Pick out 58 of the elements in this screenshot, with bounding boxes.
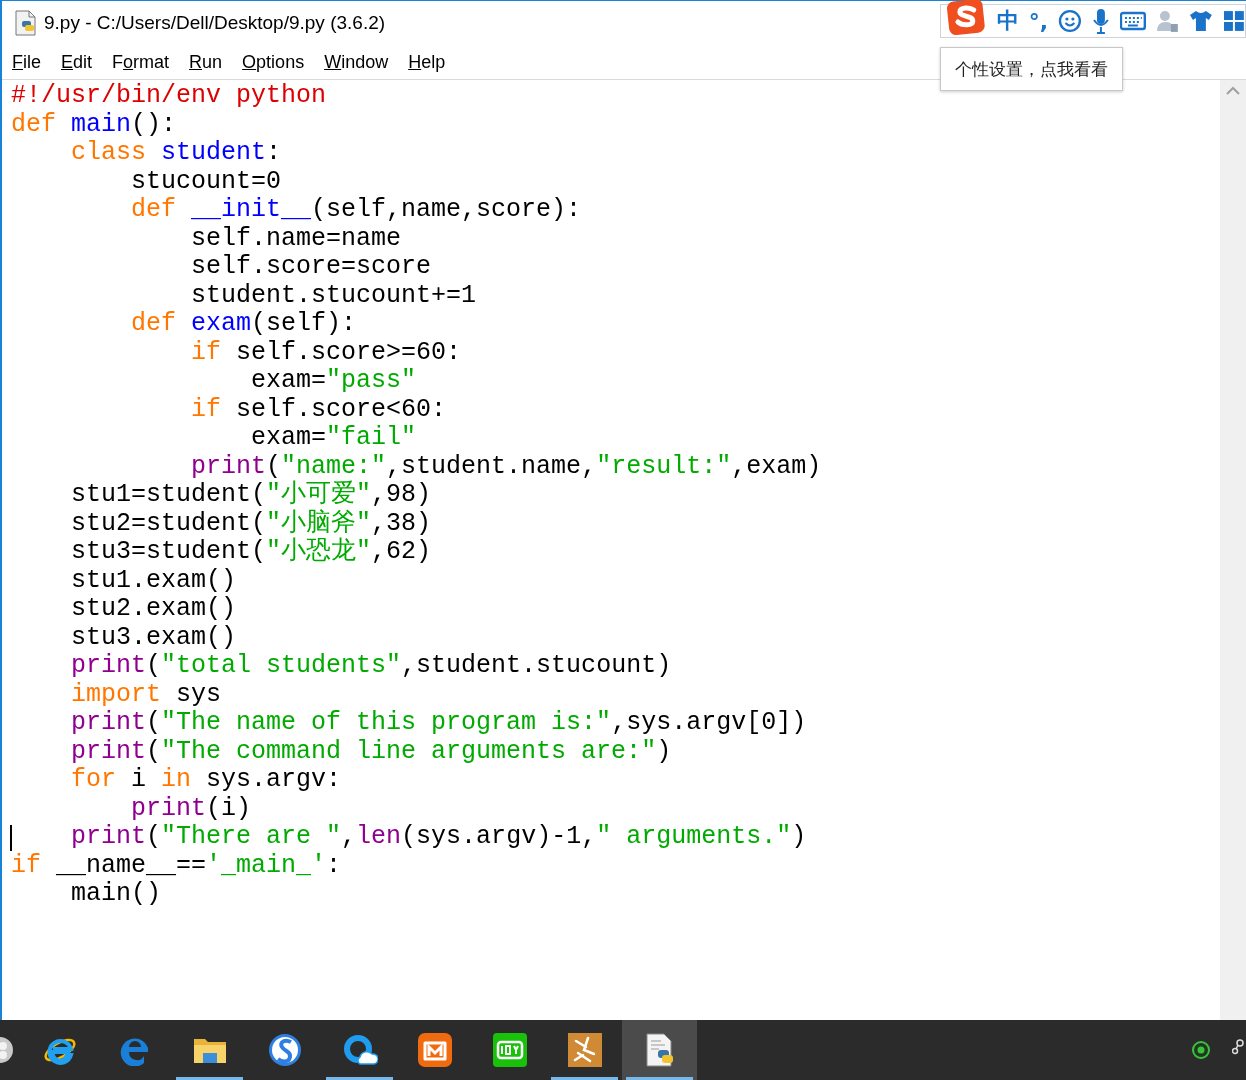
menu-item[interactable]: Run xyxy=(189,51,223,73)
python-file-icon xyxy=(643,1033,676,1067)
code-line: def main(): xyxy=(11,110,178,139)
code-line: def exam(self): xyxy=(130,310,358,339)
menu-item[interactable]: File xyxy=(12,51,41,73)
code-line: stu3=student("小恐龙",62) xyxy=(70,538,433,567)
taskbar-button[interactable] xyxy=(622,1020,697,1080)
tooltip: 个性设置，点我看看 xyxy=(940,47,1123,91)
input-mode-toggle[interactable]: 中 xyxy=(996,6,1019,36)
tv-app-icon xyxy=(417,1033,452,1067)
code-line: print("There are ",len(sys.argv)-1," arguments.") xyxy=(11,823,1220,852)
code-line: exam="fail" xyxy=(250,424,418,453)
code-line: main() xyxy=(70,880,163,909)
code-line: stu2=student("小脑斧",38) xyxy=(70,509,433,538)
grid-icon[interactable] xyxy=(1223,10,1245,32)
code-line: #!/usr/bin/env python xyxy=(11,82,328,111)
browser-icon xyxy=(341,1033,378,1067)
window-title: 9.py - C:/Users/Dell/Desktop/9.py (3.6.2) xyxy=(44,12,386,34)
code-line: class student: xyxy=(70,139,283,168)
shirt-icon[interactable] xyxy=(1189,10,1214,32)
code-line: stucount=0 xyxy=(130,167,283,196)
menu-item[interactable]: Help xyxy=(408,51,446,73)
scrollbar[interactable] xyxy=(1220,80,1246,1020)
code-line: print("The name of this program is:",sys.argv[0]) xyxy=(70,709,808,738)
code-line: print(i) xyxy=(130,794,253,823)
code-line: exam="pass" xyxy=(250,367,418,396)
python-file-icon xyxy=(14,10,38,36)
code-line: def __init__(self,name,score): xyxy=(130,196,583,225)
keyboard-icon[interactable] xyxy=(1119,11,1146,31)
menu-item[interactable]: Options xyxy=(242,51,305,73)
code-line: self.score=score xyxy=(190,253,433,282)
code-line: stu3.exam() xyxy=(70,623,238,652)
code-line: stu1=student("小可爱",98) xyxy=(70,481,433,509)
code-line: print("total students",student.stucount) xyxy=(70,652,673,681)
code-line: print("name:",student.name,"result:",exam) xyxy=(190,452,823,481)
paint-app-icon xyxy=(567,1033,602,1067)
code-line: self.name=name xyxy=(190,224,403,253)
code-line: import sys xyxy=(70,680,223,709)
microphone-icon[interactable] xyxy=(1091,8,1110,34)
menu-item[interactable]: Edit xyxy=(61,51,93,73)
emoji-icon[interactable] xyxy=(1058,9,1082,33)
menu-item[interactable]: Window xyxy=(324,51,389,73)
code-line: student.stucount+=1 xyxy=(190,281,478,310)
code-line: print("The command line arguments are:") xyxy=(70,737,673,766)
code-line: stu2.exam() xyxy=(70,595,238,624)
code-line: if self.score<60: xyxy=(190,395,448,424)
code-line: if __name__=='_main_': xyxy=(11,851,343,880)
folder-icon xyxy=(192,1036,227,1064)
menu-item[interactable]: Format xyxy=(112,51,170,73)
code-line: for i in sys.argv: xyxy=(70,766,343,795)
app-icon xyxy=(0,1037,14,1063)
code-line: stu1.exam() xyxy=(70,566,238,595)
browser-icon xyxy=(267,1033,302,1067)
punctuation-toggle[interactable]: °, xyxy=(1028,8,1049,34)
code-line: if self.score>=60: xyxy=(190,338,463,367)
tray-status-icon[interactable] xyxy=(1192,1041,1210,1059)
user-icon[interactable] xyxy=(1155,9,1180,33)
video-app-icon xyxy=(492,1033,527,1067)
